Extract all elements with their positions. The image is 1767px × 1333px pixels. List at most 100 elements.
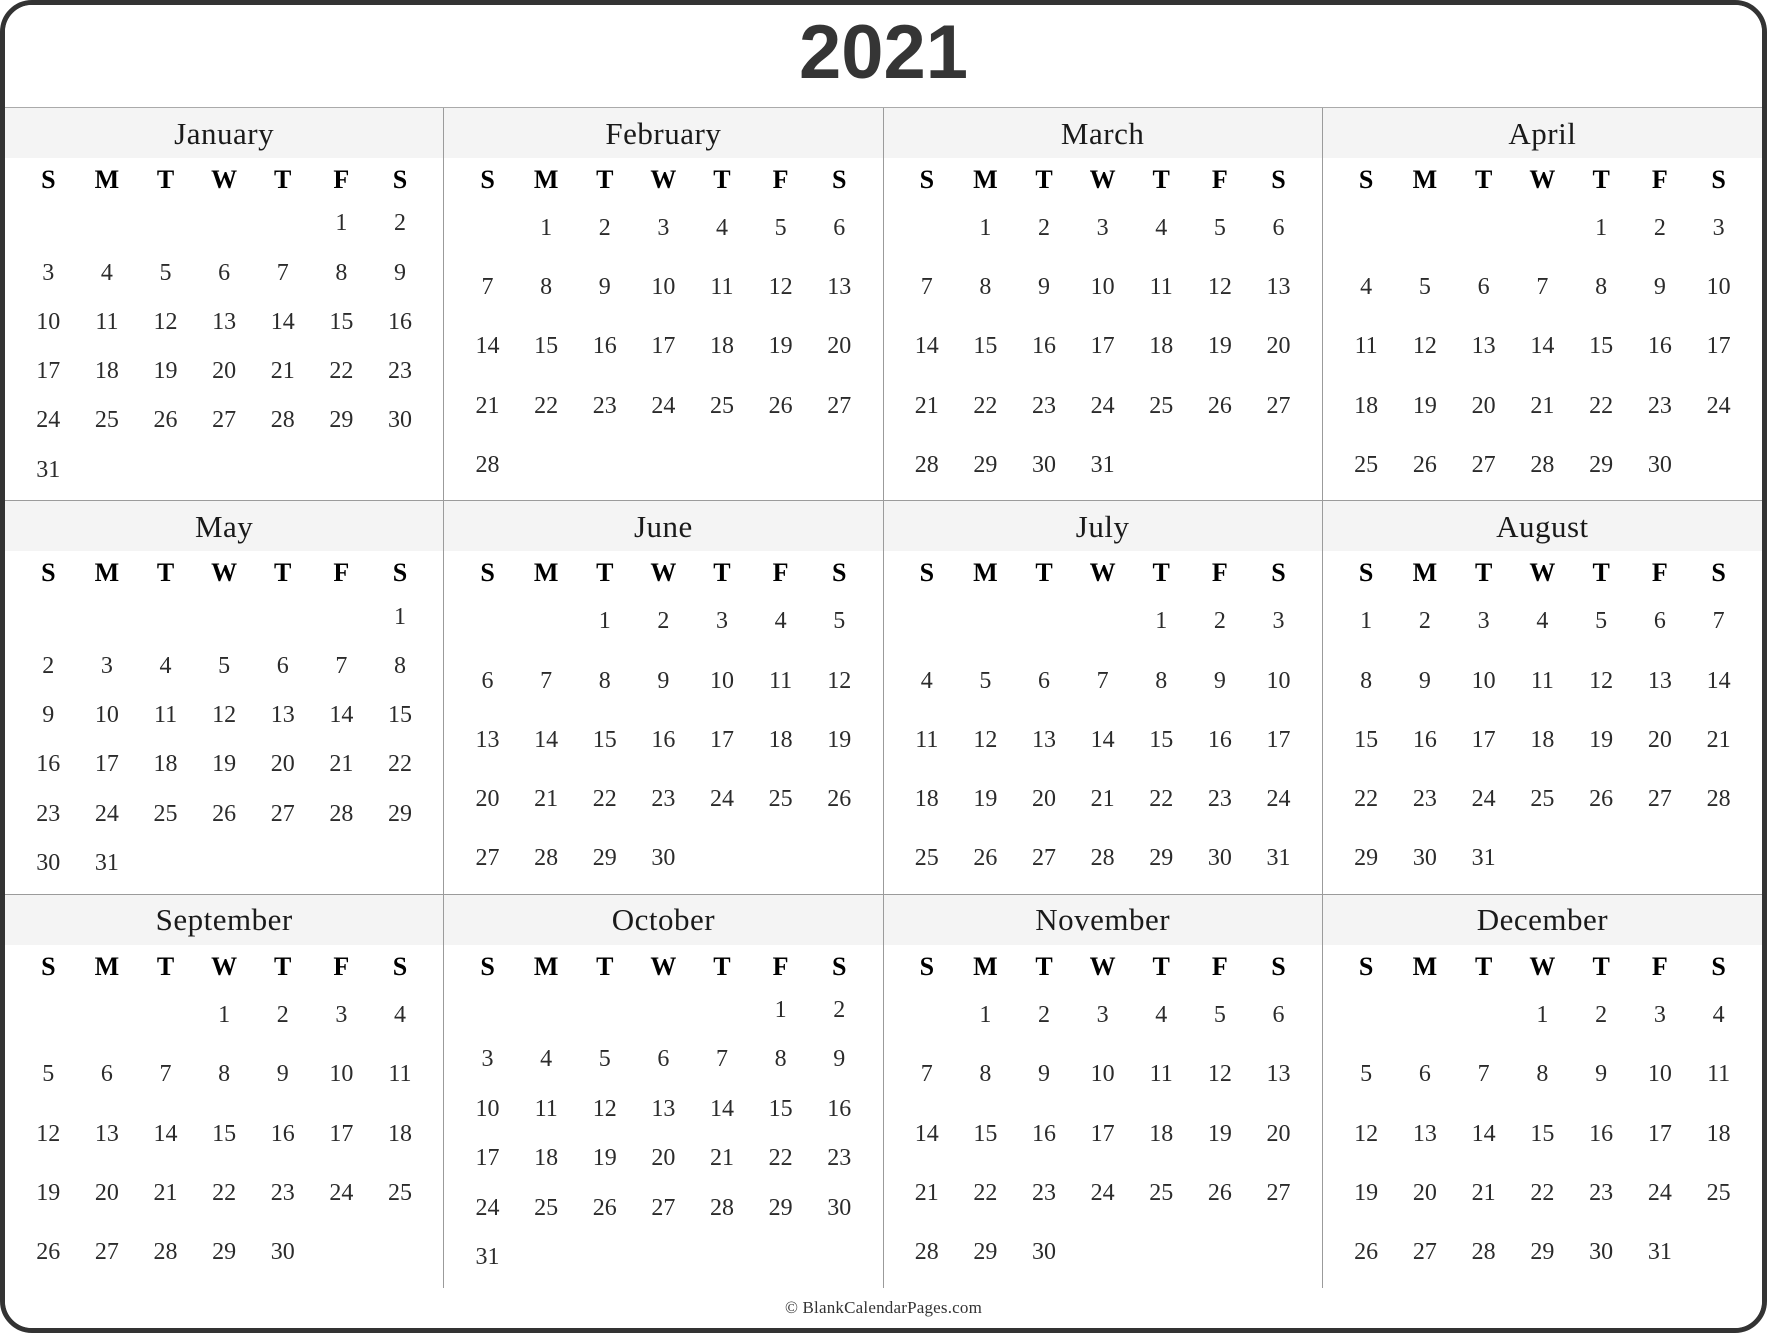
day-cell[interactable]: 20 (253, 740, 312, 789)
day-cell[interactable]: 18 (898, 769, 957, 828)
day-cell[interactable]: 8 (1337, 651, 1396, 710)
day-cell[interactable]: 18 (78, 346, 137, 395)
day-cell[interactable]: 18 (136, 740, 195, 789)
day-cell[interactable]: 14 (1513, 317, 1572, 376)
day-cell[interactable]: 4 (1337, 258, 1396, 317)
day-cell[interactable]: 23 (1015, 376, 1074, 435)
day-cell[interactable]: 22 (1572, 376, 1631, 435)
day-cell[interactable]: 16 (1191, 710, 1250, 769)
day-cell[interactable]: 6 (1015, 651, 1074, 710)
day-cell[interactable]: 13 (1631, 651, 1690, 710)
day-cell[interactable]: 21 (1689, 710, 1748, 769)
day-cell[interactable]: 29 (956, 1223, 1015, 1282)
day-cell[interactable]: 27 (1249, 1163, 1308, 1222)
day-cell[interactable]: 7 (458, 258, 517, 317)
day-cell[interactable]: 21 (1513, 376, 1572, 435)
day-cell[interactable]: 2 (1015, 199, 1074, 258)
day-cell[interactable]: 29 (751, 1183, 810, 1232)
day-cell[interactable]: 21 (136, 1163, 195, 1222)
day-cell[interactable]: 1 (575, 592, 634, 651)
day-cell[interactable]: 17 (1631, 1104, 1690, 1163)
day-cell[interactable]: 16 (253, 1104, 312, 1163)
day-cell[interactable]: 2 (1631, 199, 1690, 258)
day-cell[interactable]: 17 (1073, 1104, 1132, 1163)
day-cell[interactable]: 6 (78, 1045, 137, 1104)
day-cell[interactable]: 22 (751, 1134, 810, 1183)
day-cell[interactable]: 5 (136, 248, 195, 297)
day-cell[interactable]: 22 (517, 376, 576, 435)
day-cell[interactable]: 18 (1132, 1104, 1191, 1163)
day-cell[interactable]: 14 (1073, 710, 1132, 769)
day-cell[interactable]: 12 (1572, 651, 1631, 710)
day-cell[interactable]: 25 (78, 396, 137, 445)
day-cell[interactable]: 25 (1132, 1163, 1191, 1222)
day-cell[interactable]: 22 (371, 740, 430, 789)
day-cell[interactable]: 26 (19, 1223, 78, 1282)
day-cell[interactable]: 25 (1337, 435, 1396, 494)
day-cell[interactable]: 3 (1631, 985, 1690, 1044)
day-cell[interactable]: 16 (634, 710, 693, 769)
day-cell[interactable]: 24 (1631, 1163, 1690, 1222)
day-cell[interactable]: 19 (1337, 1163, 1396, 1222)
day-cell[interactable]: 5 (1572, 592, 1631, 651)
day-cell[interactable]: 11 (693, 258, 752, 317)
day-cell[interactable]: 5 (1191, 199, 1250, 258)
day-cell[interactable]: 30 (1015, 1223, 1074, 1282)
day-cell[interactable]: 25 (517, 1183, 576, 1232)
day-cell[interactable]: 20 (634, 1134, 693, 1183)
day-cell[interactable]: 8 (517, 258, 576, 317)
day-cell[interactable]: 10 (1249, 651, 1308, 710)
day-cell[interactable]: 21 (312, 740, 371, 789)
day-cell[interactable]: 9 (253, 1045, 312, 1104)
day-cell[interactable]: 17 (312, 1104, 371, 1163)
day-cell[interactable]: 14 (517, 710, 576, 769)
day-cell[interactable]: 19 (136, 346, 195, 395)
day-cell[interactable]: 20 (1249, 1104, 1308, 1163)
day-cell[interactable]: 11 (1132, 258, 1191, 317)
day-cell[interactable]: 14 (136, 1104, 195, 1163)
day-cell[interactable]: 29 (195, 1223, 254, 1282)
day-cell[interactable]: 15 (371, 691, 430, 740)
day-cell[interactable]: 7 (1513, 258, 1572, 317)
day-cell[interactable]: 28 (517, 829, 576, 888)
day-cell[interactable]: 24 (1073, 1163, 1132, 1222)
day-cell[interactable]: 19 (956, 769, 1015, 828)
day-cell[interactable]: 12 (195, 691, 254, 740)
day-cell[interactable]: 16 (1572, 1104, 1631, 1163)
day-cell[interactable]: 2 (1015, 985, 1074, 1044)
day-cell[interactable]: 28 (898, 435, 957, 494)
day-cell[interactable]: 3 (312, 985, 371, 1044)
day-cell[interactable]: 26 (195, 789, 254, 838)
day-cell[interactable]: 26 (136, 396, 195, 445)
day-cell[interactable]: 8 (1513, 1045, 1572, 1104)
day-cell[interactable]: 1 (1572, 199, 1631, 258)
day-cell[interactable]: 9 (1191, 651, 1250, 710)
day-cell[interactable]: 24 (19, 396, 78, 445)
day-cell[interactable]: 18 (1513, 710, 1572, 769)
day-cell[interactable]: 27 (253, 789, 312, 838)
day-cell[interactable]: 25 (693, 376, 752, 435)
day-cell[interactable]: 16 (810, 1084, 869, 1133)
day-cell[interactable]: 10 (1073, 258, 1132, 317)
day-cell[interactable]: 26 (1572, 769, 1631, 828)
day-cell[interactable]: 23 (575, 376, 634, 435)
day-cell[interactable]: 19 (751, 317, 810, 376)
day-cell[interactable]: 8 (751, 1035, 810, 1084)
day-cell[interactable]: 31 (19, 445, 78, 494)
day-cell[interactable]: 10 (634, 258, 693, 317)
day-cell[interactable]: 15 (195, 1104, 254, 1163)
day-cell[interactable]: 5 (195, 641, 254, 690)
day-cell[interactable]: 13 (1015, 710, 1074, 769)
day-cell[interactable]: 7 (253, 248, 312, 297)
day-cell[interactable]: 21 (517, 769, 576, 828)
day-cell[interactable]: 27 (458, 829, 517, 888)
day-cell[interactable]: 22 (1513, 1163, 1572, 1222)
day-cell[interactable]: 3 (1249, 592, 1308, 651)
day-cell[interactable]: 26 (810, 769, 869, 828)
day-cell[interactable]: 6 (1396, 1045, 1455, 1104)
day-cell[interactable]: 9 (1631, 258, 1690, 317)
day-cell[interactable]: 28 (1689, 769, 1748, 828)
day-cell[interactable]: 11 (1513, 651, 1572, 710)
day-cell[interactable]: 13 (1454, 317, 1513, 376)
day-cell[interactable]: 25 (898, 829, 957, 888)
